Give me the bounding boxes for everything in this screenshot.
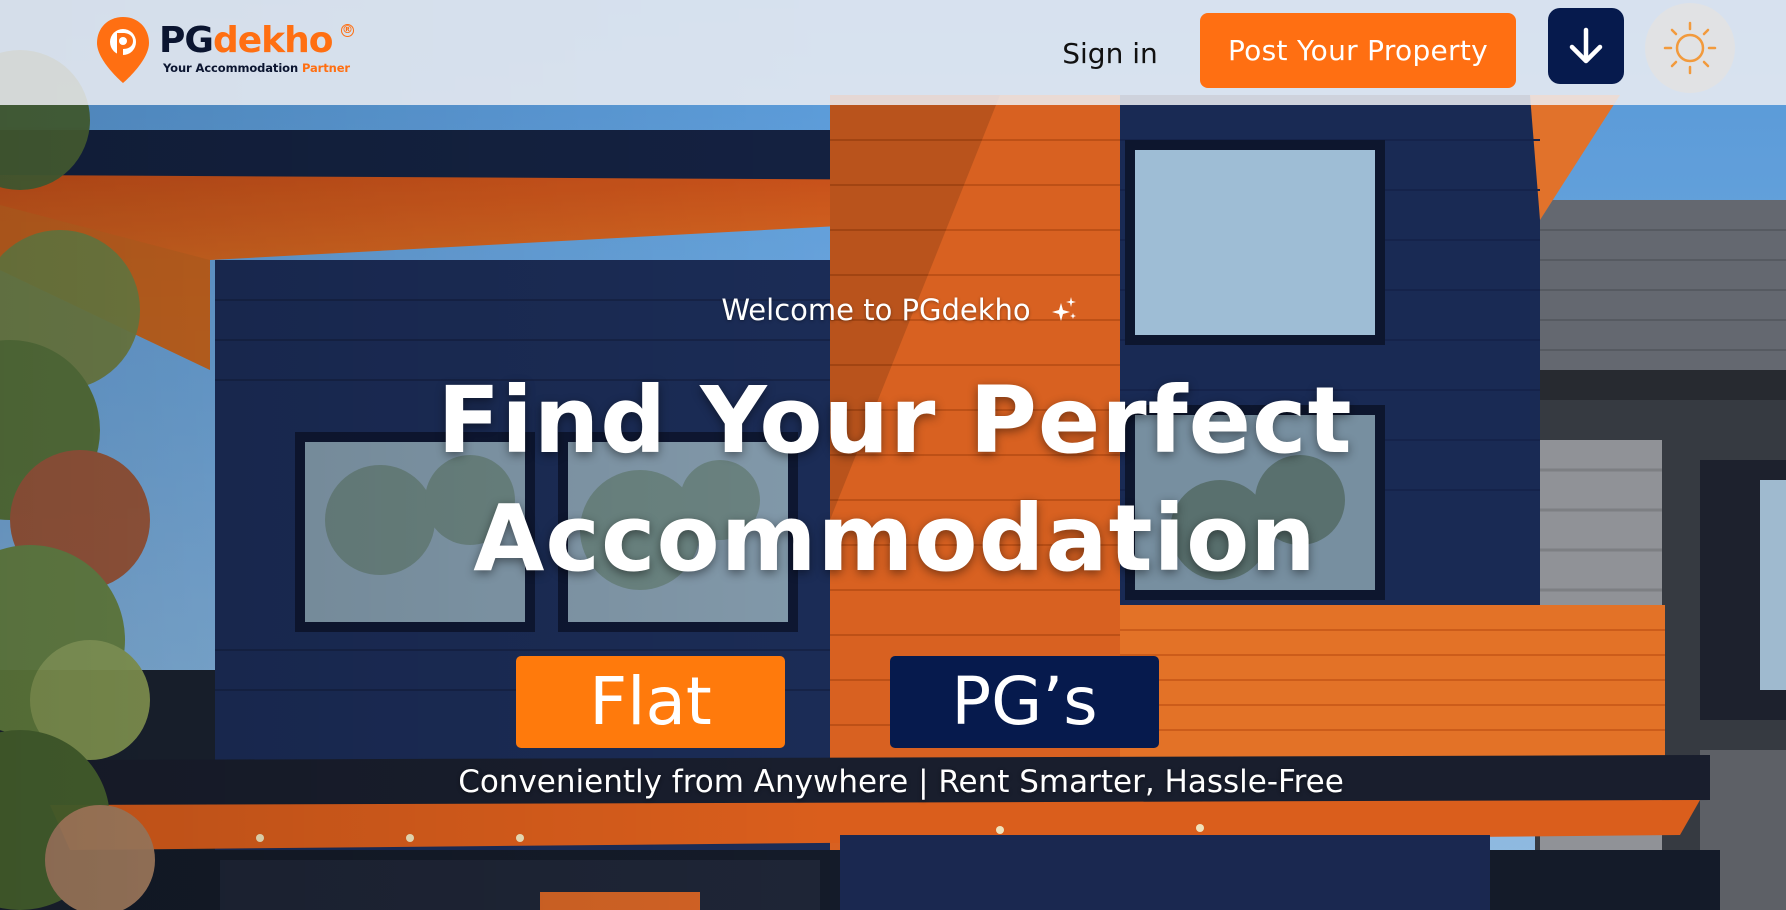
logo-tagline: Your Accommodation Partner xyxy=(163,61,350,75)
logo-wordmark-pg: PG xyxy=(159,20,214,61)
flat-option-button[interactable]: Flat xyxy=(516,656,785,748)
welcome-message: Welcome to PGdekho xyxy=(700,290,1100,330)
hero-tagline: Conveniently from Anywhere | Rent Smarte… xyxy=(458,764,1344,800)
welcome-text: Welcome to PGdekho xyxy=(721,293,1031,327)
pgs-option-button[interactable]: PG’s xyxy=(890,656,1159,748)
logo-tagline-accent: Partner xyxy=(301,61,350,75)
sparkle-icon xyxy=(1051,297,1076,321)
hero-headline: Find Your Perfect Accommodation xyxy=(330,362,1460,598)
logo-tagline-main: Your Accommodation xyxy=(163,61,302,75)
logo-wordmark: PGdekho xyxy=(159,20,333,61)
location-pin-logo-icon xyxy=(97,17,149,83)
logo-wordmark-dekho: dekho xyxy=(212,20,333,61)
post-your-property-button[interactable]: Post Your Property xyxy=(1200,13,1516,88)
hero-headline-line2: Accommodation xyxy=(473,485,1317,592)
registered-mark: ® xyxy=(341,23,354,37)
download-button[interactable] xyxy=(1548,8,1624,84)
theme-toggle-button[interactable] xyxy=(1645,3,1735,93)
hero-headline-line1: Find Your Perfect xyxy=(437,367,1353,474)
pgdekho-logo[interactable]: PGdekho ® Your Accommodation Partner xyxy=(95,15,365,85)
sign-in-button[interactable]: Sign in xyxy=(1050,32,1170,76)
arrow-down-icon xyxy=(1569,27,1603,64)
sun-icon xyxy=(1663,21,1717,75)
top-navbar: PGdekho ® Your Accommodation Partner Sig… xyxy=(0,0,1786,105)
